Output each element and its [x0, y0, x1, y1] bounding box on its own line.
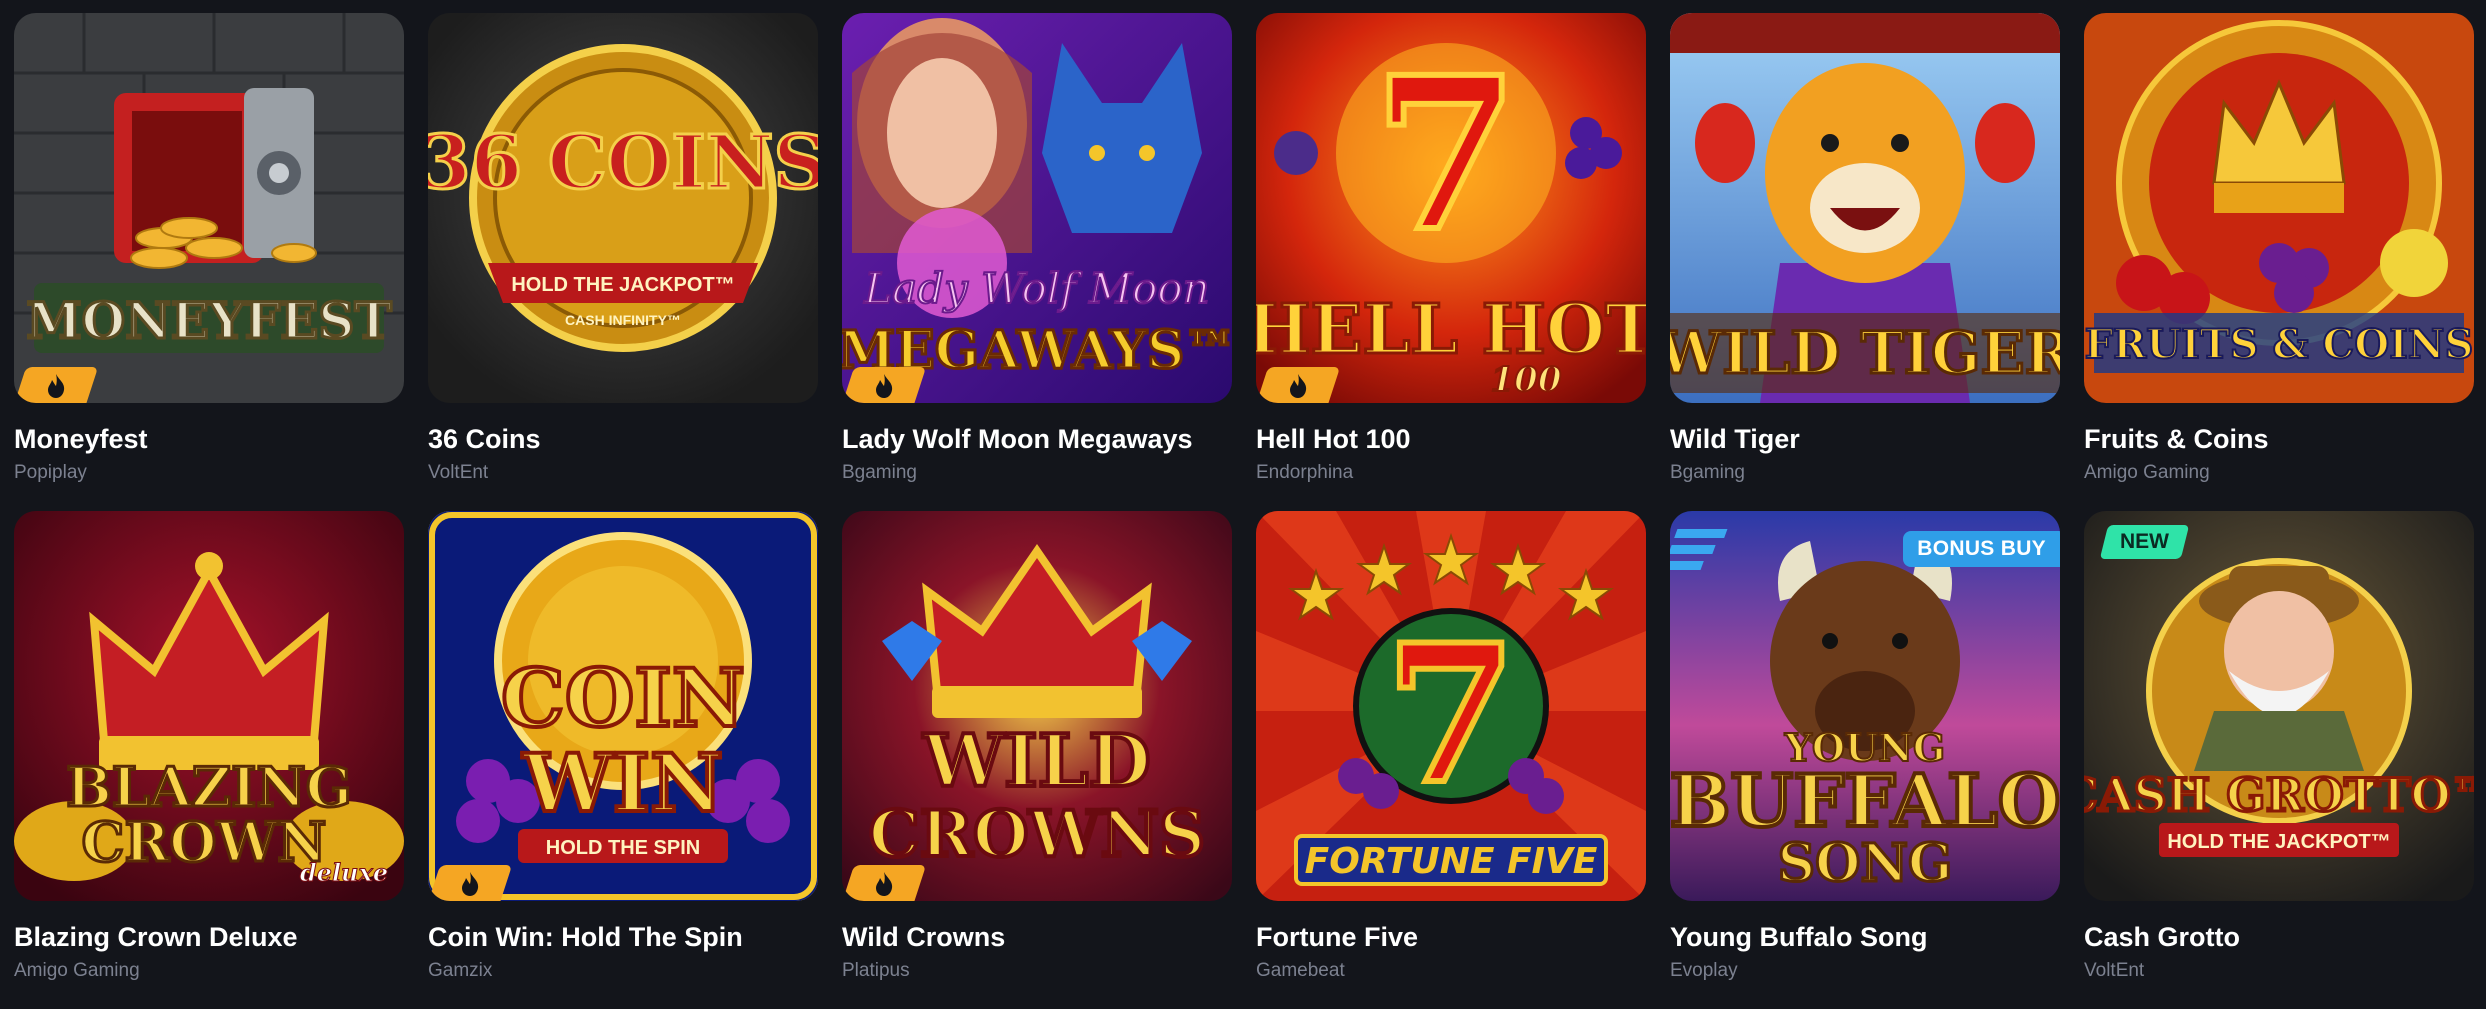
art-logo: Lady Wolf Moon: [863, 264, 1209, 313]
game-card-cash-grotto[interactable]: CASH GROTTO™ HOLD THE JACKPOT™ NEW Cash …: [2084, 511, 2474, 1009]
art-subtitle-2: HOLD THE SPIN: [546, 837, 700, 859]
art-subtitle: WIN: [522, 736, 723, 830]
game-thumbnail[interactable]: WILD TIGER: [1670, 13, 2060, 403]
game-provider: Evoplay: [1670, 960, 1738, 981]
hot-badge: [842, 367, 927, 403]
game-provider: Popiplay: [14, 462, 87, 483]
game-card-fortune-five[interactable]: 7 FORTUNE FIVE Fortune Five Gamebeat: [1256, 511, 1646, 1009]
game-title[interactable]: Blazing Crown Deluxe: [14, 921, 404, 953]
game-thumbnail[interactable]: CASH GROTTO™ HOLD THE JACKPOT™ NEW: [2084, 511, 2474, 901]
game-card-lady-wolf-moon-megaways[interactable]: Lady Wolf Moon MEGAWAYS™ Lady Wolf Moon …: [842, 13, 1232, 511]
game-provider: Amigo Gaming: [14, 960, 140, 981]
game-card-wild-crowns[interactable]: WILD CROWNS Wild Crowns Platipus: [842, 511, 1232, 1009]
game-card-coin-win[interactable]: COIN WIN HOLD THE SPIN Coin Win: Hold Th…: [428, 511, 818, 1009]
game-provider: Bgaming: [1670, 462, 1745, 483]
art-subtitle-2: SONG: [1778, 833, 1953, 894]
game-thumbnail[interactable]: WILD CROWNS: [842, 511, 1232, 901]
flame-icon: [48, 374, 65, 398]
art-subtitle: CROWNS: [869, 797, 1205, 872]
hot-badge: [14, 367, 99, 403]
hot-badge: [1256, 367, 1341, 403]
flame-icon: [876, 872, 893, 896]
game-card-young-buffalo-song[interactable]: YOUNG BUFFALO SONG BONUS BUY Young Buffa…: [1670, 511, 2060, 1009]
art-logo: MONEYFEST: [26, 291, 391, 350]
art-logo: WILD: [922, 718, 1151, 803]
game-thumbnail[interactable]: YOUNG BUFFALO SONG BONUS BUY: [1670, 511, 2060, 901]
game-card-wild-tiger[interactable]: WILD TIGER Wild Tiger Bgaming: [1670, 13, 2060, 511]
game-provider: Amigo Gaming: [2084, 462, 2210, 483]
game-thumbnail[interactable]: COIN WIN HOLD THE SPIN: [428, 511, 818, 901]
art-subtitle: BUFFALO: [1670, 758, 2060, 843]
game-title[interactable]: Lady Wolf Moon Megaways: [842, 423, 1232, 455]
game-title[interactable]: Wild Tiger: [1670, 423, 2060, 455]
game-title[interactable]: Cash Grotto: [2084, 921, 2474, 953]
game-card-hell-hot-100[interactable]: 7 HELL HOT 100 Hell Hot 100 Endorphina: [1256, 13, 1646, 511]
game-card-blazing-crown-deluxe[interactable]: BLAZING CROWN deluxe Blazing Crown Delux…: [14, 511, 404, 1009]
art-logo: FRUITS & COINS: [2085, 321, 2474, 368]
game-provider: Bgaming: [842, 462, 917, 483]
game-provider: Gamzix: [428, 960, 493, 981]
game-provider: VoltEnt: [428, 462, 489, 483]
game-thumbnail[interactable]: 7 FORTUNE FIVE: [1256, 511, 1646, 901]
bonus-buy-badge: BONUS BUY: [1903, 531, 2060, 567]
game-card-36-coins[interactable]: 36 COINS HOLD THE JACKPOT™ CASH INFINITY…: [428, 13, 818, 511]
game-title[interactable]: Moneyfest: [14, 423, 404, 455]
game-title[interactable]: Fortune Five: [1256, 921, 1646, 953]
game-provider: Gamebeat: [1256, 960, 1345, 981]
game-title[interactable]: Wild Crowns: [842, 921, 1232, 953]
art-subtitle-2: CASH INFINITY™: [565, 312, 681, 328]
game-title[interactable]: Young Buffalo Song: [1670, 921, 2060, 953]
game-card-fruits-and-coins[interactable]: FRUITS & COINS Fruits & Coins Amigo Gami…: [2084, 13, 2474, 511]
art-logo: 36 COINS: [428, 120, 818, 206]
game-title[interactable]: Hell Hot 100: [1256, 423, 1646, 455]
art-logo: FORTUNE FIVE: [1305, 841, 1598, 882]
art-logo: WILD TIGER: [1670, 319, 2060, 387]
art-logo: COIN: [501, 651, 745, 745]
svg-text:7: 7: [1385, 603, 1517, 826]
game-title[interactable]: 36 Coins: [428, 423, 818, 455]
art-subtitle: CROWN: [82, 810, 327, 874]
game-provider: Endorphina: [1256, 462, 1354, 483]
flame-icon: [462, 872, 479, 896]
game-thumbnail[interactable]: Lady Wolf Moon MEGAWAYS™: [842, 13, 1232, 403]
game-thumbnail[interactable]: 7 HELL HOT 100: [1256, 13, 1646, 403]
game-card-moneyfest[interactable]: MONEYFEST Moneyfest Popiplay: [14, 13, 404, 511]
flame-icon: [1290, 374, 1307, 398]
art-subtitle: HOLD THE JACKPOT™: [2167, 831, 2390, 853]
art-subtitle: HOLD THE JACKPOT™: [511, 274, 734, 296]
new-badge: NEW: [2099, 525, 2190, 559]
game-title[interactable]: Coin Win: Hold The Spin: [428, 921, 818, 953]
game-thumbnail[interactable]: BLAZING CROWN deluxe: [14, 511, 404, 901]
game-title[interactable]: Fruits & Coins: [2084, 423, 2474, 455]
game-provider: Platipus: [842, 960, 910, 981]
game-thumbnail[interactable]: 36 COINS HOLD THE JACKPOT™ CASH INFINITY…: [428, 13, 818, 403]
game-thumbnail[interactable]: FRUITS & COINS: [2084, 13, 2474, 403]
art-subtitle-2: deluxe: [300, 858, 388, 887]
game-thumbnail[interactable]: MONEYFEST: [14, 13, 404, 403]
flame-icon: [876, 374, 893, 398]
hot-badge: [842, 865, 927, 901]
hot-badge: [428, 865, 513, 901]
art-logo: CASH GROTTO™: [2084, 768, 2474, 822]
svg-text:7: 7: [1373, 31, 1519, 278]
art-logo: HELL HOT: [1256, 290, 1646, 370]
game-provider: VoltEnt: [2084, 960, 2145, 981]
game-grid: MONEYFEST Moneyfest Popiplay 36 COINS HO…: [14, 13, 2474, 1009]
art-subtitle: 100: [1491, 360, 1562, 400]
